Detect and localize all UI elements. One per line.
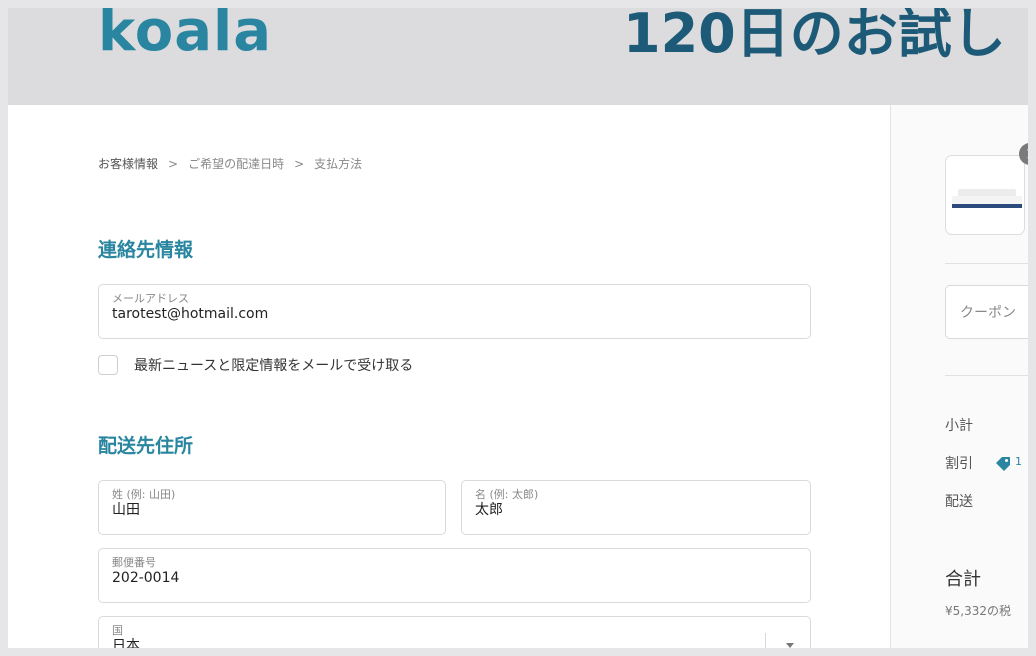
breadcrumb-separator: >: [294, 156, 305, 171]
breadcrumb-delivery-date: ご希望の配達日時: [188, 157, 285, 171]
summary-divider: [945, 375, 1028, 376]
postal-code-value[interactable]: 202-0014: [112, 569, 797, 588]
checkout-main: お客様情報 > ご希望の配達日時 > 支払方法 連絡先情報 メールアドレス ta…: [8, 105, 890, 648]
total-label: 合計: [945, 569, 981, 590]
koala-logo[interactable]: koala: [98, 8, 272, 62]
select-divider: [765, 633, 766, 648]
last-name-label: 姓 (例: 山田): [112, 488, 176, 501]
chevron-down-icon[interactable]: [786, 643, 794, 648]
email-field-value[interactable]: tarotest@hotmail.com: [112, 305, 797, 324]
email-field-label: メールアドレス: [112, 292, 189, 305]
summary-divider: [945, 263, 1028, 264]
shipping-section-title: 配送先住所: [98, 435, 194, 457]
country-select[interactable]: 国 日本: [98, 616, 811, 648]
newsletter-row[interactable]: 最新ニュースと限定情報をメールで受け取る: [98, 355, 413, 375]
newsletter-checkbox[interactable]: [98, 355, 118, 375]
country-label: 国: [112, 624, 123, 637]
mattress-image: [952, 196, 1022, 208]
shipping-label: 配送: [945, 494, 973, 510]
postal-code-label: 郵便番号: [112, 556, 156, 569]
last-name-value[interactable]: 山田: [112, 501, 432, 520]
tax-note: ¥5,332の税: [945, 604, 1011, 618]
page-frame: koala 120日のお試し お客様情報 > ご希望の配達日時 > 支払方法 連…: [8, 8, 1028, 648]
top-banner: koala 120日のお試し: [8, 8, 1028, 105]
first-name-label: 名 (例: 太郎): [475, 488, 539, 501]
breadcrumb-separator: >: [168, 156, 179, 171]
first-name-field[interactable]: 名 (例: 太郎) 太郎: [461, 480, 811, 535]
country-value[interactable]: 日本: [112, 637, 797, 648]
discount-code: 1: [1015, 455, 1022, 468]
product-thumbnail: [945, 155, 1025, 235]
email-field[interactable]: メールアドレス tarotest@hotmail.com: [98, 284, 811, 339]
tag-icon: [996, 457, 1010, 471]
breadcrumb: お客様情報 > ご希望の配達日時 > 支払方法: [98, 155, 362, 172]
first-name-value[interactable]: 太郎: [475, 501, 797, 520]
last-name-field[interactable]: 姓 (例: 山田) 山田: [98, 480, 446, 535]
subtotal-label: 小計: [945, 418, 973, 434]
coupon-input[interactable]: クーポン: [945, 285, 1028, 339]
contact-section-title: 連絡先情報: [98, 239, 194, 261]
order-summary: 1 クーポン 小計 割引 1 配送 合計 ¥5,332の税: [890, 105, 1028, 648]
discount-label: 割引: [945, 456, 973, 472]
breadcrumb-customer-info[interactable]: お客様情報: [98, 155, 158, 172]
newsletter-label[interactable]: 最新ニュースと限定情報をメールで受け取る: [134, 355, 413, 375]
promo-banner-title: 120日のお試し: [623, 8, 1006, 65]
postal-code-field[interactable]: 郵便番号 202-0014: [98, 548, 811, 603]
breadcrumb-payment: 支払方法: [314, 157, 363, 171]
